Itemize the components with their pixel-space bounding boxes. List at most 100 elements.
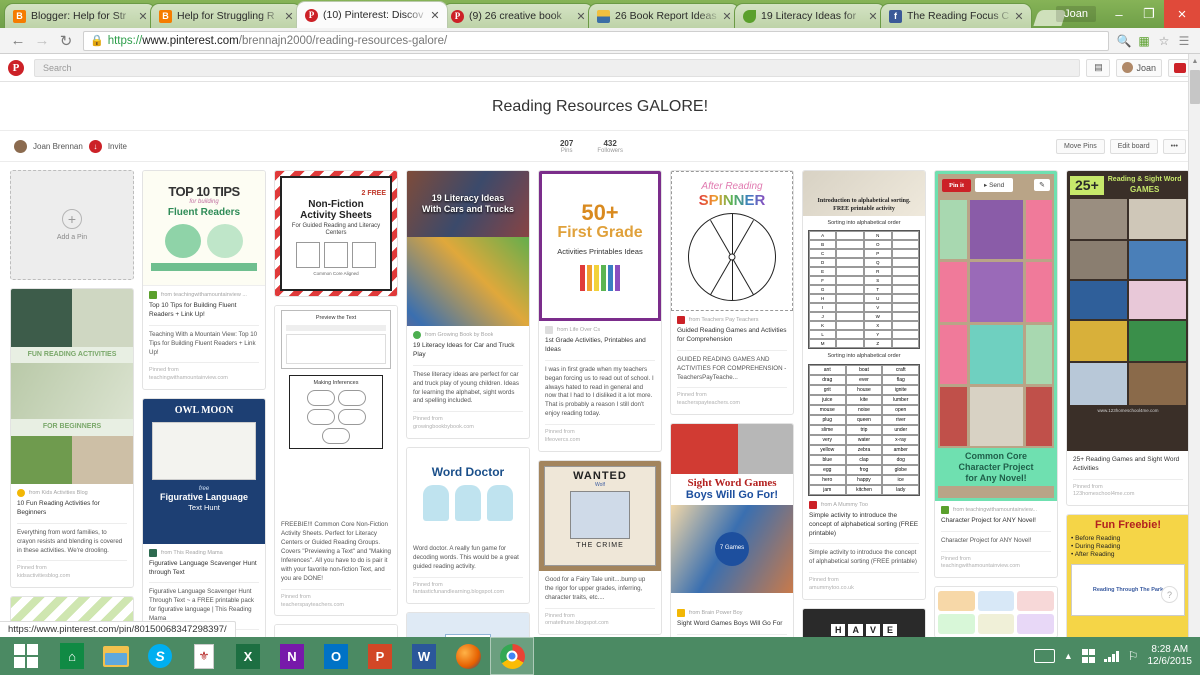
- close-icon[interactable]: ✕: [137, 10, 149, 23]
- browser-tab-3[interactable]: P (9) 26 creative book ✕: [442, 3, 594, 28]
- maximize-button[interactable]: ❐: [1134, 2, 1164, 26]
- search-icon[interactable]: 🔍: [1114, 34, 1134, 48]
- close-window-button[interactable]: ×: [1164, 0, 1200, 28]
- taskbar-item-excel[interactable]: X: [226, 637, 270, 675]
- pin-card[interactable]: TOP 10 TIPS for building Fluent Readers …: [142, 170, 266, 390]
- close-icon[interactable]: ✕: [429, 9, 441, 22]
- pinned-from-site[interactable]: 123homeschool4me.com: [1073, 491, 1134, 497]
- taskbar-item-skype[interactable]: S: [138, 637, 182, 675]
- extension-icon[interactable]: ▦: [1134, 34, 1154, 48]
- board-owner-name[interactable]: Joan Brennan: [33, 142, 83, 151]
- pin-it-button[interactable]: Pin it: [942, 178, 971, 192]
- add-a-pin-button[interactable]: + Add a Pin: [10, 170, 134, 280]
- taskbar-item-file-explorer[interactable]: [94, 637, 138, 675]
- pin-source[interactable]: from Growing Book by Book: [425, 332, 493, 338]
- taskbar-item-powerpoint[interactable]: P: [358, 637, 402, 675]
- pin-title[interactable]: Guided Reading Games and Activities for …: [677, 327, 787, 345]
- menu-icon[interactable]: ☰: [1174, 34, 1194, 48]
- pin-card[interactable]: Pin it ▸ Send ✎ Common Core Character Pr…: [934, 170, 1058, 579]
- browser-tab-1[interactable]: B Help for Struggling R ✕: [150, 3, 302, 28]
- pinterest-logo-icon[interactable]: P: [8, 59, 24, 76]
- clock[interactable]: 8:28 AM 12/6/2015: [1148, 644, 1197, 669]
- minimize-button[interactable]: –: [1104, 2, 1134, 26]
- browser-tab-4[interactable]: 26 Book Report Ideas ✕: [588, 3, 740, 28]
- send-button[interactable]: ▸ Send: [975, 178, 1014, 192]
- pin-source[interactable]: from This Reading Mama: [161, 550, 223, 556]
- profile-chip[interactable]: Joan: [1056, 6, 1096, 22]
- pin-source[interactable]: from teachingwithamountainview ...: [161, 292, 247, 298]
- pin-title[interactable]: 1st Grade Activities, Printables and Ide…: [545, 337, 655, 355]
- browser-tab-2[interactable]: P (10) Pinterest: Discov ✕: [296, 1, 448, 28]
- close-icon[interactable]: ✕: [1013, 10, 1025, 23]
- close-icon[interactable]: ✕: [721, 10, 733, 23]
- taskbar-item-outlook[interactable]: O: [314, 637, 358, 675]
- pin-title[interactable]: Character Project for ANY Novel!: [941, 517, 1051, 526]
- browser-tab-0[interactable]: B Blogger: Help for Str ✕: [4, 3, 156, 28]
- pin-card[interactable]: R E A D O: [274, 624, 398, 637]
- pin-card[interactable]: After Reading SPINNER from Teachers Pay …: [670, 170, 794, 415]
- pin-card[interactable]: Fun Freebie! • Before Reading • During R…: [1066, 513, 1190, 637]
- address-bar[interactable]: 🔒 https://www.pinterest.com/brennajn2000…: [83, 30, 1109, 51]
- pin-title[interactable]: Simple activity to introduce the concept…: [809, 512, 919, 538]
- keyboard-icon[interactable]: [1033, 649, 1055, 663]
- pin-card[interactable]: 2 FREE Non-Fiction Activity Sheets For G…: [274, 170, 398, 297]
- pin-source[interactable]: from A Mummy Too: [821, 502, 868, 508]
- pin-source[interactable]: from Life Over Cs: [557, 327, 600, 333]
- pin-source[interactable]: from Teachers Pay Teachers: [689, 317, 759, 323]
- taskbar-item-firefox[interactable]: [446, 637, 490, 675]
- grid-view-button[interactable]: ▤: [1086, 58, 1111, 77]
- taskbar-item-onenote[interactable]: N: [270, 637, 314, 675]
- pin-source[interactable]: from Brain Power Boy: [689, 610, 743, 616]
- taskbar-item-chrome[interactable]: [490, 637, 534, 675]
- pin-title[interactable]: 10 Fun Reading Activities for Beginners: [17, 500, 127, 518]
- action-center-icon[interactable]: [1081, 649, 1096, 663]
- pin-card[interactable]: WANTED Wolf THE CRIME Good for a Fairy T…: [538, 459, 662, 636]
- pin-card[interactable]: look: [406, 612, 530, 637]
- invite-label[interactable]: Invite: [108, 142, 127, 151]
- pin-card[interactable]: 25+ Reading & Sight Word GAMES www.123ho…: [1066, 170, 1190, 506]
- pinned-from-site[interactable]: kidsactivitiesblog.com: [17, 573, 70, 579]
- reload-icon[interactable]: ↻: [54, 32, 78, 50]
- pin-source[interactable]: from Kids Activities Blog: [29, 490, 88, 496]
- taskbar-item-word[interactable]: W: [402, 637, 446, 675]
- pinned-from-site[interactable]: growingbookbybook.com: [413, 424, 474, 430]
- move-pins-button[interactable]: Move Pins: [1056, 138, 1105, 154]
- more-options-button[interactable]: •••: [1162, 138, 1186, 154]
- close-icon[interactable]: ✕: [867, 10, 879, 23]
- pin-title[interactable]: Sight Word Games Boys Will Go For: [677, 620, 787, 629]
- help-fab-button[interactable]: ?: [1161, 586, 1178, 603]
- browser-tab-6[interactable]: f The Reading Focus C ✕: [880, 3, 1032, 28]
- show-hidden-icons-button[interactable]: ▲: [1064, 651, 1073, 661]
- pin-card[interactable]: Introduction to alphabetical sorting. FR…: [802, 170, 926, 600]
- pin-title[interactable]: Top 10 Tips for Building Fluent Readers …: [149, 302, 259, 320]
- pinned-from-site[interactable]: teachingwithamountainview.com: [941, 563, 1020, 569]
- pin-card[interactable]: OWL MOON free Figurative Language Text H…: [142, 397, 266, 637]
- account-button[interactable]: Joan: [1116, 58, 1162, 77]
- close-icon[interactable]: ✕: [575, 10, 587, 23]
- pinned-from-site[interactable]: teacherspayteachers.com: [677, 400, 740, 406]
- page-scrollbar[interactable]: ▲: [1188, 54, 1200, 637]
- pinned-from-site[interactable]: teachingwithamountainview.com: [149, 375, 228, 381]
- pin-card[interactable]: Word Doctor Word doctor. A really fun ga…: [406, 446, 530, 605]
- scrollbar-thumb[interactable]: [1190, 70, 1200, 104]
- taskbar-item-store[interactable]: ⌂: [50, 637, 94, 675]
- pinned-from-site[interactable]: teacherspayteachers.com: [281, 602, 344, 608]
- back-icon[interactable]: ←: [6, 32, 30, 49]
- taskbar-item-antivirus[interactable]: ⚜: [182, 637, 226, 675]
- browser-tab-5[interactable]: 19 Literacy Ideas for ✕: [734, 3, 886, 28]
- pin-card[interactable]: H A V E: [802, 607, 926, 637]
- pin-card[interactable]: Preview the Text Making Inferences FREEB…: [274, 305, 398, 617]
- pin-title[interactable]: Figurative Language Scavenger Hunt throu…: [149, 560, 259, 578]
- start-button[interactable]: [2, 637, 50, 675]
- pin-card[interactable]: 19 Literacy Ideas With Cars and Trucks f…: [406, 170, 530, 439]
- pin-card[interactable]: Sight Word Games Boys Will Go For! 7 Gam…: [670, 422, 794, 637]
- pinned-from-site[interactable]: fantasticfunandlearning.blogspot.com: [413, 589, 504, 595]
- star-icon[interactable]: ☆: [1154, 34, 1174, 48]
- edit-board-button[interactable]: Edit board: [1109, 138, 1158, 154]
- flag-icon[interactable]: ⚐: [1128, 649, 1139, 663]
- pinned-from-site[interactable]: lifeovercs.com: [545, 437, 580, 443]
- pin-card[interactable]: [934, 586, 1058, 637]
- network-icon[interactable]: [1104, 650, 1119, 662]
- edit-pin-button[interactable]: ✎: [1034, 179, 1050, 191]
- pin-title[interactable]: 25+ Reading Games and Sight Word Activit…: [1073, 456, 1183, 474]
